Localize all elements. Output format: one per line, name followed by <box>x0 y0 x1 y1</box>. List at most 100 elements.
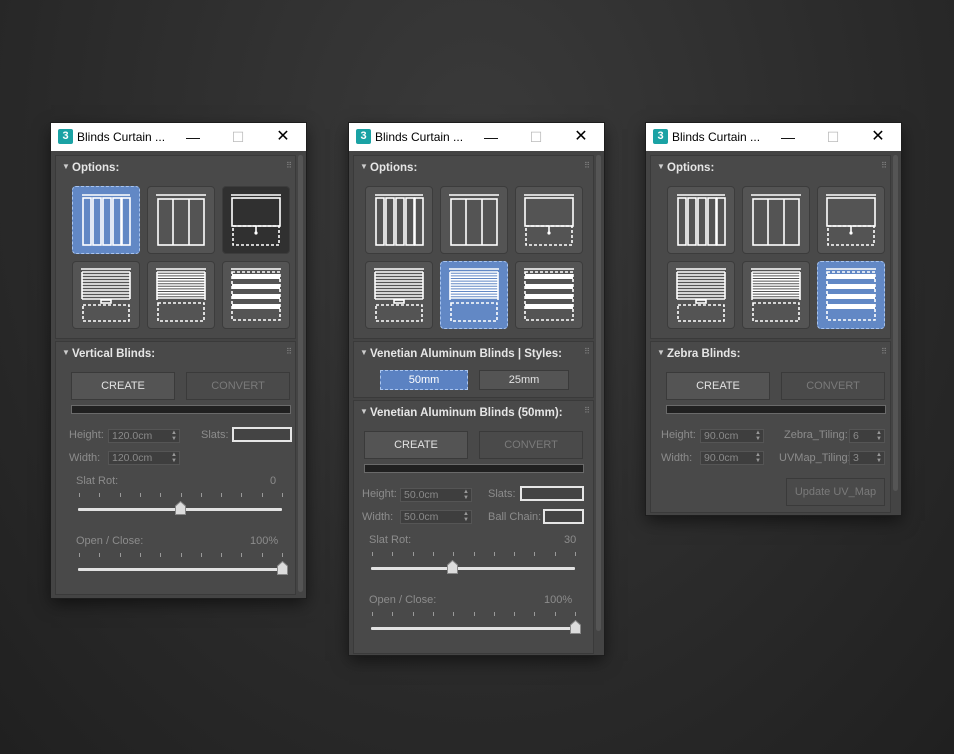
tile-roller-blinds[interactable] <box>817 186 885 254</box>
slider-tick <box>412 552 414 556</box>
convert-button[interactable]: CONVERT <box>186 372 290 400</box>
slats-color-swatch[interactable] <box>232 427 292 442</box>
options-header[interactable]: ▼ Options: ⠿ <box>56 156 295 180</box>
slider-tick <box>200 553 202 557</box>
maximize-icon[interactable]: ☐ <box>228 127 248 147</box>
open-close-track[interactable] <box>78 568 282 571</box>
slat-rot-slider-thumb[interactable] <box>174 501 186 515</box>
minimize-icon[interactable]: — <box>481 127 501 147</box>
options-title: Options: <box>72 162 120 174</box>
styles-rollout: ▼ Venetian Aluminum Blinds | Styles: ⠿ 50m… <box>353 341 594 398</box>
convert-button[interactable]: CONVERT <box>781 372 885 400</box>
collapse-triangle-icon: ▼ <box>360 407 368 416</box>
tile-venetian-50mm[interactable] <box>72 261 140 329</box>
height-spinner[interactable]: 90.0cm ▲ ▼ <box>700 429 764 443</box>
zebra-blinds-header[interactable]: ▼ Zebra Blinds: ⠿ <box>651 342 890 366</box>
convert-button[interactable]: CONVERT <box>479 431 583 459</box>
scrollbar[interactable] <box>298 155 303 592</box>
options-rollout: ▼ Options: ⠿ <box>55 155 296 339</box>
create-button[interactable]: CREATE <box>364 431 468 459</box>
tile-venetian-50mm[interactable] <box>667 261 735 329</box>
venetian-50mm-header[interactable]: ▼ Venetian Aluminum Blinds (50mm): ⠿ <box>354 401 593 425</box>
title-bar[interactable]: 3 Blinds Curtain ... — ☐ ✕ <box>646 123 901 151</box>
width-spinner[interactable]: 50.0cm ▲ ▼ <box>400 510 472 524</box>
tile-panel-blinds[interactable] <box>147 186 215 254</box>
height-label: Height: <box>362 488 397 500</box>
open-close-slider-thumb[interactable] <box>569 620 581 634</box>
tile-roller-blinds[interactable] <box>515 186 583 254</box>
open-close-track[interactable] <box>371 627 575 630</box>
close-icon[interactable]: ✕ <box>571 127 591 147</box>
slider-tick <box>139 553 141 557</box>
styles-title: Venetian Aluminum Blinds | Styles: <box>370 348 562 360</box>
ball-chain-color-swatch[interactable] <box>543 509 584 524</box>
options-header[interactable]: ▼ Options: ⠿ <box>354 156 593 180</box>
tile-vertical-blinds[interactable] <box>365 186 433 254</box>
width-spinner[interactable]: 120.0cm ▲ ▼ <box>108 451 180 465</box>
slider-thumb-icon <box>569 620 581 634</box>
close-icon[interactable]: ✕ <box>273 127 293 147</box>
open-close-slider-thumb[interactable] <box>276 561 288 575</box>
height-spinner[interactable]: 50.0cm ▲ ▼ <box>400 488 472 502</box>
tile-zebra-blinds[interactable] <box>222 261 290 329</box>
scrollbar[interactable] <box>893 155 898 491</box>
grip-icon: ⠿ <box>584 406 590 415</box>
tile-venetian-25mm[interactable] <box>742 261 810 329</box>
minimize-icon[interactable]: — <box>183 127 203 147</box>
slider-tick <box>473 552 475 556</box>
uvmap-tiling-value: 3 <box>853 452 859 464</box>
slider-tick <box>99 553 101 557</box>
close-icon[interactable]: ✕ <box>868 127 888 147</box>
slider-tick <box>554 612 556 616</box>
styles-header[interactable]: ▼ Venetian Aluminum Blinds | Styles: ⠿ <box>354 342 593 366</box>
tile-panel-blinds[interactable] <box>742 186 810 254</box>
height-spinner[interactable]: 120.0cm ▲ ▼ <box>108 429 180 443</box>
spinner-arrows-icon[interactable]: ▲ ▼ <box>463 489 469 501</box>
height-value: 50.0cm <box>404 489 439 501</box>
collapse-triangle-icon: ▼ <box>62 162 70 171</box>
slider-tick <box>160 493 162 497</box>
minimize-icon[interactable]: — <box>778 127 798 147</box>
vertical-blinds-header[interactable]: ▼ Vertical Blinds: ⠿ <box>56 342 295 366</box>
tile-vertical-blinds[interactable] <box>667 186 735 254</box>
create-button[interactable]: CREATE <box>666 372 770 400</box>
options-header[interactable]: ▼ Options: ⠿ <box>651 156 890 180</box>
style-50mm-button[interactable]: 50mm <box>380 370 468 390</box>
maximize-icon[interactable]: ☐ <box>526 127 546 147</box>
spinner-arrows-icon[interactable]: ▲ ▼ <box>463 511 469 523</box>
title-bar[interactable]: 3 Blinds Curtain ... — ☐ ✕ <box>349 123 604 151</box>
slat-rot-slider-thumb[interactable] <box>447 560 459 574</box>
tile-panel-blinds[interactable] <box>440 186 508 254</box>
uvmap-tiling-spinner[interactable]: 3 ▲ ▼ <box>849 451 885 465</box>
tile-zebra-blinds[interactable] <box>817 261 885 329</box>
title-bar[interactable]: 3 Blinds Curtain ... — ☐ ✕ <box>51 123 306 151</box>
collapse-triangle-icon: ▼ <box>360 348 368 357</box>
spinner-arrows-icon[interactable]: ▲ ▼ <box>876 452 882 464</box>
section-title: Zebra Blinds: <box>667 348 741 360</box>
height-value: 90.0cm <box>704 430 739 442</box>
create-button[interactable]: CREATE <box>71 372 175 400</box>
spinner-arrows-icon[interactable]: ▲ ▼ <box>171 452 177 464</box>
update-uv-map-button[interactable]: Update UV_Map <box>786 478 885 506</box>
spinner-arrows-icon[interactable]: ▲ ▼ <box>876 430 882 442</box>
tile-venetian-25mm[interactable] <box>147 261 215 329</box>
maximize-icon[interactable]: ☐ <box>823 127 843 147</box>
slat-rot-track[interactable] <box>371 567 575 570</box>
zebra-blinds-icon <box>524 268 574 321</box>
spinner-arrows-icon[interactable]: ▲ ▼ <box>755 452 761 464</box>
tile-venetian-50mm[interactable] <box>365 261 433 329</box>
tile-venetian-25mm[interactable] <box>440 261 508 329</box>
vertical-blinds-icon <box>82 194 131 246</box>
zebra-tiling-spinner[interactable]: 6 ▲ ▼ <box>849 429 885 443</box>
spinner-arrows-icon[interactable]: ▲ ▼ <box>755 430 761 442</box>
spinner-arrows-icon[interactable]: ▲ ▼ <box>171 430 177 442</box>
tile-zebra-blinds[interactable] <box>515 261 583 329</box>
style-25mm-button[interactable]: 25mm <box>479 370 569 390</box>
tile-vertical-blinds[interactable] <box>72 186 140 254</box>
tile-roller-blinds[interactable] <box>222 186 290 254</box>
slats-color-swatch[interactable] <box>520 486 584 501</box>
slider-thumb-icon <box>174 501 186 515</box>
scrollbar[interactable] <box>596 155 601 631</box>
open-close-label: Open / Close: <box>369 594 437 606</box>
width-spinner[interactable]: 90.0cm ▲ ▼ <box>700 451 764 465</box>
